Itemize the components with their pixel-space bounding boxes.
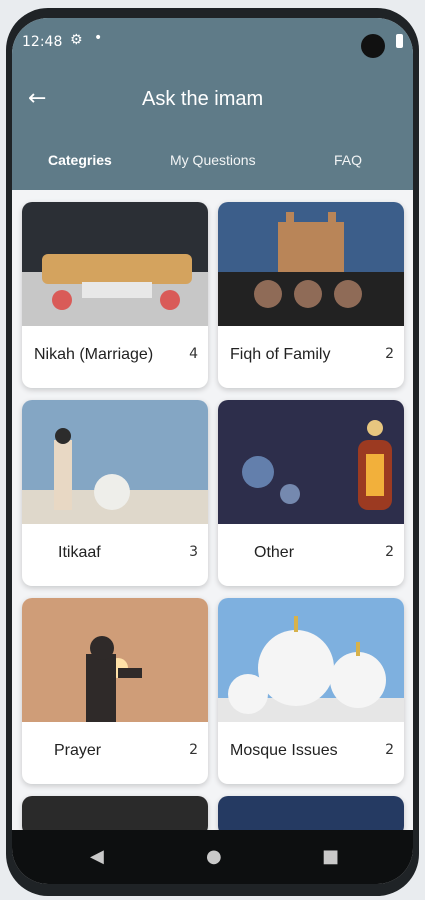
category-card-other[interactable]: Other 2 (218, 400, 404, 586)
category-card-mosque-issues[interactable]: Mosque Issues 2 (218, 598, 404, 784)
app-bar: ← Ask the imam (12, 68, 413, 138)
tabs-bar: Categries My Questions FAQ (12, 138, 413, 190)
category-card-prayer[interactable]: Prayer 2 (22, 598, 208, 784)
home-nav-icon[interactable]: ● (206, 846, 222, 867)
card-label: Prayer (54, 742, 102, 759)
tab-faq[interactable]: FAQ (334, 152, 362, 168)
category-card-fiqh-family[interactable]: Fiqh of Family 2 (218, 202, 404, 388)
tab-my-questions[interactable]: My Questions (170, 152, 256, 168)
card-count: 2 (385, 742, 394, 758)
screen: 12:48 ⚙ • ← Ask the imam Categries My Qu… (12, 18, 413, 884)
card-label: Itikaaf (58, 544, 101, 561)
card-label: Nikah (Marriage) (34, 346, 154, 363)
nikah-image (22, 202, 208, 326)
family-image (218, 202, 404, 326)
recents-nav-icon[interactable]: ■ (322, 846, 339, 867)
card-caption: Prayer 2 (22, 722, 208, 784)
device-frame: 12:48 ⚙ • ← Ask the imam Categries My Qu… (0, 0, 425, 900)
category-card-nikah[interactable]: Nikah (Marriage) 4 (22, 202, 208, 388)
card-count: 4 (189, 346, 198, 362)
other-image (218, 400, 404, 524)
card-count: 3 (189, 544, 198, 560)
card-caption: Fiqh of Family 2 (218, 326, 404, 388)
card-caption: Mosque Issues 2 (218, 722, 404, 784)
category-card-partial-right[interactable] (218, 796, 404, 830)
category-card-itikaaf[interactable]: Itikaaf 3 (22, 400, 208, 586)
card-caption: Other 2 (218, 524, 404, 586)
partial-image (218, 796, 404, 830)
system-navbar: ◀ ● ■ (12, 830, 413, 884)
card-label: Other (254, 544, 295, 561)
itikaaf-image (22, 400, 208, 524)
card-count: 2 (189, 742, 198, 758)
categories-grid: Nikah (Marriage) 4 Fiqh of Family 2 Itik… (12, 190, 413, 830)
arrow-left-icon[interactable]: ← (28, 86, 46, 111)
tab-categories[interactable]: Categries (48, 152, 112, 168)
mosque-image (218, 598, 404, 722)
status-bar: 12:48 ⚙ • (12, 18, 413, 68)
card-label: Fiqh of Family (230, 346, 331, 363)
dot-icon: • (94, 30, 103, 46)
battery-icon (396, 34, 403, 48)
status-time: 12:48 (22, 34, 63, 50)
camera-icon (361, 34, 385, 58)
partial-image (22, 796, 208, 830)
prayer-image (22, 598, 208, 722)
card-caption: Itikaaf 3 (22, 524, 208, 586)
card-label: Mosque Issues (230, 742, 338, 759)
card-caption: Nikah (Marriage) 4 (22, 326, 208, 388)
back-nav-icon[interactable]: ◀ (90, 846, 104, 867)
card-count: 2 (385, 544, 394, 560)
gear-icon: ⚙ (70, 32, 83, 48)
page-title: Ask the imam (142, 88, 264, 110)
category-card-partial-left[interactable] (22, 796, 208, 830)
card-count: 2 (385, 346, 394, 362)
